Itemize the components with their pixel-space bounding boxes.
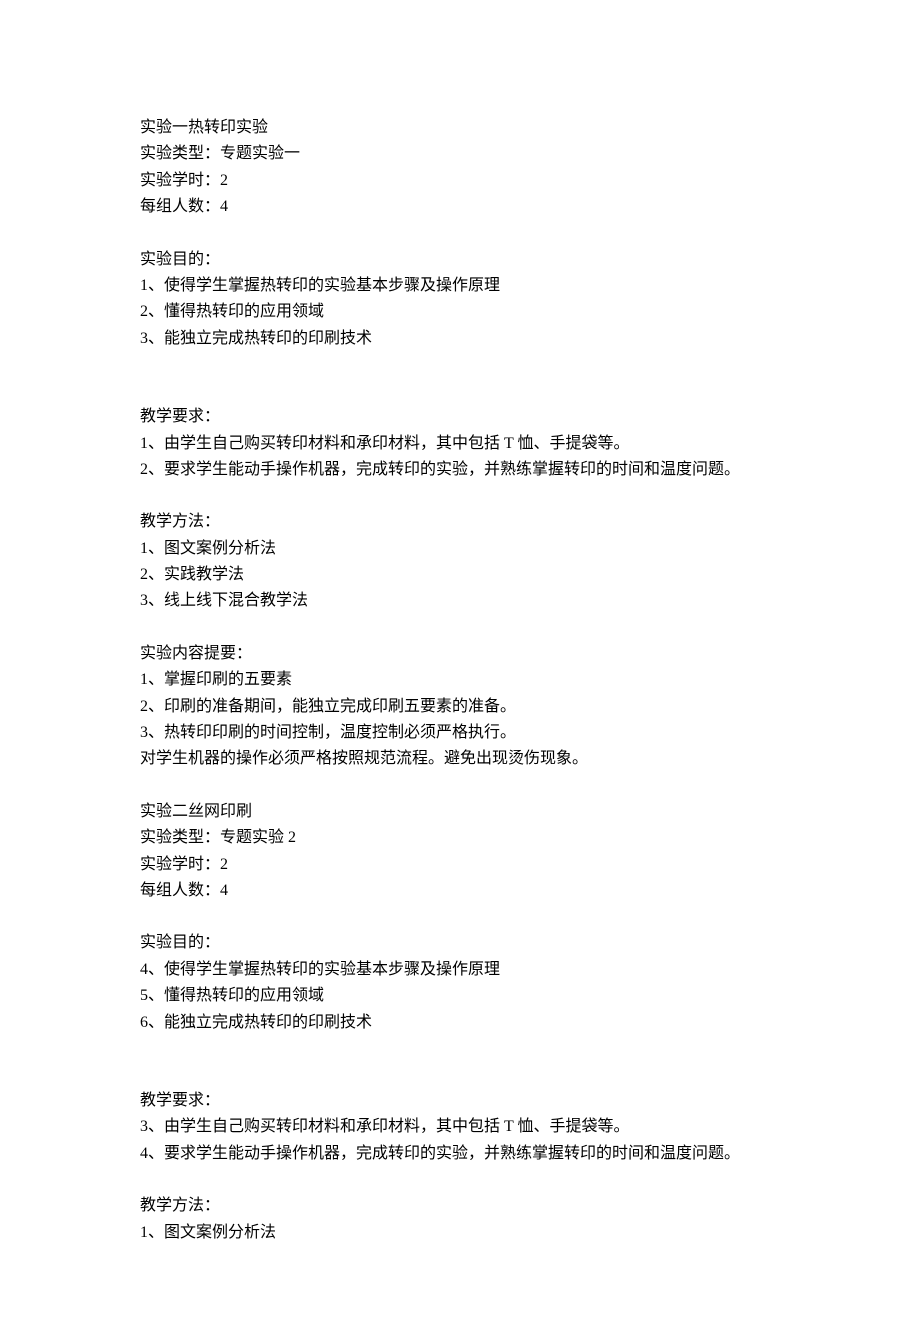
text-line: 每组人数：4 — [140, 194, 780, 220]
list-item: 1、使得学生掌握热转印的实验基本步骤及操作原理 — [140, 273, 780, 299]
list-item: 4、使得学生掌握热转印的实验基本步骤及操作原理 — [140, 957, 780, 983]
list-item: 2、实践教学法 — [140, 562, 780, 588]
list-item: 4、要求学生能动手操作机器，完成转印的实验，并熟练掌握转印的时间和温度问题。 — [140, 1141, 780, 1167]
exp1-requirements: 教学要求： 1、由学生自己购买转印材料和承印材料，其中包括 T 恤、手提袋等。 … — [140, 404, 780, 483]
list-item: 3、热转印印刷的时间控制，温度控制必须严格执行。 — [140, 720, 780, 746]
list-item: 3、线上线下混合教学法 — [140, 588, 780, 614]
section-title: 教学要求： — [140, 404, 780, 430]
list-item: 1、图文案例分析法 — [140, 536, 780, 562]
text-line: 实验类型：专题实验一 — [140, 141, 780, 167]
section-title: 实验内容提要： — [140, 641, 780, 667]
list-item: 3、能独立完成热转印的印刷技术 — [140, 326, 780, 352]
section-title: 教学要求： — [140, 1088, 780, 1114]
text-line: 实验类型：专题实验 2 — [140, 825, 780, 851]
exp2-header: 实验二丝网印刷 实验类型：专题实验 2 实验学时：2 每组人数：4 — [140, 799, 780, 905]
exp1-content: 实验内容提要： 1、掌握印刷的五要素 2、印刷的准备期间，能独立完成印刷五要素的… — [140, 641, 780, 773]
list-item: 2、要求学生能动手操作机器，完成转印的实验，并熟练掌握转印的时间和温度问题。 — [140, 457, 780, 483]
section-title: 实验目的： — [140, 247, 780, 273]
list-item: 5、懂得热转印的应用领域 — [140, 983, 780, 1009]
list-item: 2、印刷的准备期间，能独立完成印刷五要素的准备。 — [140, 694, 780, 720]
list-item: 对学生机器的操作必须严格按照规范流程。避免出现烫伤现象。 — [140, 746, 780, 772]
text-line: 实验学时：2 — [140, 852, 780, 878]
exp1-purpose: 实验目的： 1、使得学生掌握热转印的实验基本步骤及操作原理 2、懂得热转印的应用… — [140, 247, 780, 353]
text-line: 实验学时：2 — [140, 168, 780, 194]
exp2-requirements: 教学要求： 3、由学生自己购买转印材料和承印材料，其中包括 T 恤、手提袋等。 … — [140, 1088, 780, 1167]
list-item: 2、懂得热转印的应用领域 — [140, 299, 780, 325]
list-item: 1、由学生自己购买转印材料和承印材料，其中包括 T 恤、手提袋等。 — [140, 431, 780, 457]
exp1-header: 实验一热转印实验 实验类型：专题实验一 实验学时：2 每组人数：4 — [140, 115, 780, 221]
list-item: 1、掌握印刷的五要素 — [140, 667, 780, 693]
section-title: 实验目的： — [140, 930, 780, 956]
text-line: 实验一热转印实验 — [140, 115, 780, 141]
text-line: 实验二丝网印刷 — [140, 799, 780, 825]
exp1-methods: 教学方法： 1、图文案例分析法 2、实践教学法 3、线上线下混合教学法 — [140, 509, 780, 615]
exp2-purpose: 实验目的： 4、使得学生掌握热转印的实验基本步骤及操作原理 5、懂得热转印的应用… — [140, 930, 780, 1036]
section-title: 教学方法： — [140, 509, 780, 535]
section-title: 教学方法： — [140, 1193, 780, 1219]
text-line: 每组人数：4 — [140, 878, 780, 904]
exp2-methods: 教学方法： 1、图文案例分析法 — [140, 1193, 780, 1246]
list-item: 6、能独立完成热转印的印刷技术 — [140, 1010, 780, 1036]
list-item: 1、图文案例分析法 — [140, 1220, 780, 1246]
list-item: 3、由学生自己购买转印材料和承印材料，其中包括 T 恤、手提袋等。 — [140, 1114, 780, 1140]
